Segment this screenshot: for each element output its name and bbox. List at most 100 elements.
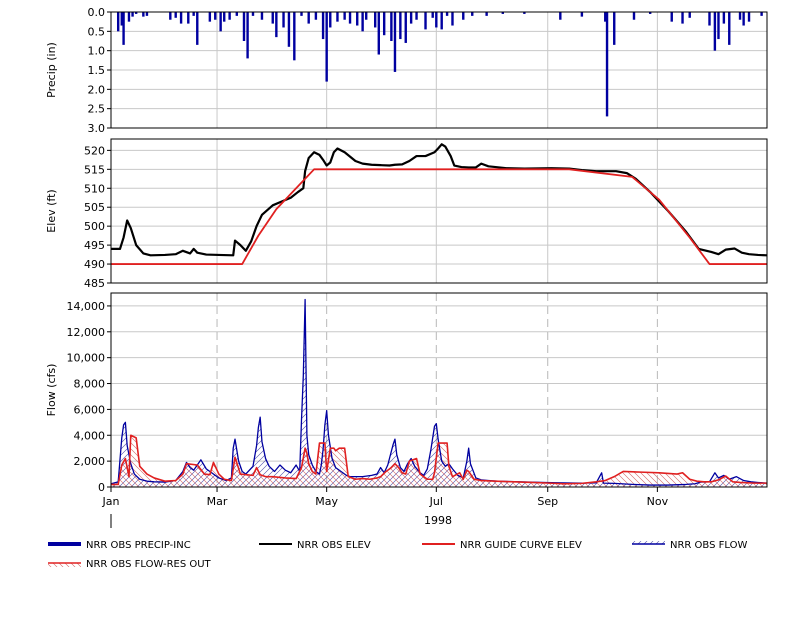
legend-label-resout: NRR OBS FLOW-RES OUT [86, 559, 212, 570]
precip-bar [293, 12, 296, 61]
precip-bar [169, 12, 172, 20]
flow-tick-label-y: 6,000 [74, 403, 106, 416]
legend-label-elev: NRR OBS ELEV [297, 540, 371, 551]
precip-bar [373, 12, 377, 28]
precip-bar [688, 12, 691, 18]
precip-bar [260, 12, 264, 20]
precip-bar [613, 12, 616, 45]
precip-bar [462, 12, 465, 20]
precip-bar [122, 12, 125, 45]
precip-tick-label-y: 0.5 [88, 25, 106, 38]
precip-tick-label-y: 2.0 [88, 83, 106, 96]
precip-bar [271, 12, 274, 24]
precip-bar [179, 12, 183, 24]
legend-label-flow: NRR OBS FLOW [670, 540, 747, 551]
precip-bar [336, 12, 339, 22]
flow-tick-label-y: 12,000 [67, 326, 106, 339]
precip-bar [196, 12, 199, 45]
precip-bar [329, 12, 332, 28]
precip-bar [708, 12, 711, 26]
legend-item-flow: NRR OBS FLOW [632, 540, 747, 551]
precip-bar [404, 12, 407, 43]
precip-bar [399, 12, 402, 40]
precip-panel: 0.0 0.5 1.0 1.5 2.0 2.5 3.0 Precip (in) [45, 6, 768, 135]
precip-bar [632, 12, 636, 20]
precip-bar [142, 12, 145, 17]
precip-bar [382, 12, 386, 36]
chart-panels: 0.0 0.5 1.0 1.5 2.0 2.5 3.0 Precip (in) 485 490 49… [45, 6, 768, 494]
elev-panel: 485 490 495 500 505 510 515 520 Elev (ft) [45, 138, 768, 290]
precip-bar [424, 12, 427, 30]
precip-bar [356, 12, 359, 26]
elev-tick-label-y: 520 [84, 144, 105, 157]
legend-item-resout: NRR OBS FLOW-RES OUT [48, 559, 212, 570]
precip-bar [415, 12, 418, 20]
precip-bar [717, 12, 720, 40]
flow-tick-label-y: 8,000 [74, 378, 106, 391]
precip-bar [127, 12, 131, 22]
precip-bar [287, 12, 291, 47]
elev-tick-label-y: 495 [84, 239, 105, 252]
elev-tick-label-y: 490 [84, 258, 105, 271]
precip-bar [670, 12, 673, 22]
flow-panel: 0 2,000 4,000 6,000 8,000 10,000 12,000 14,000 F… [45, 292, 768, 494]
chart: 0.0 0.5 1.0 1.5 2.0 2.5 3.0 Precip (in) 485 490 49… [45, 6, 768, 570]
precip-bar [377, 12, 380, 55]
precip-bar [409, 12, 413, 24]
precip-bar [116, 12, 120, 32]
elev-tick-label-y: 500 [84, 220, 105, 233]
x-axis: Jan Mar May Jul Sep Nov 1998 [102, 487, 669, 528]
precip-bar [742, 12, 745, 26]
x-tick-label: Nov [647, 495, 669, 508]
precip-bar [325, 12, 328, 82]
precip-bar [192, 12, 195, 16]
precip-bar [393, 12, 397, 72]
precip-bar [187, 12, 190, 24]
legend-item-guide: NRR GUIDE CURVE ELEV [422, 540, 582, 551]
precip-bar [343, 12, 346, 20]
year-label: 1998 [424, 514, 452, 527]
precip-bar [214, 12, 217, 20]
precip-bar [131, 12, 134, 17]
precip-bar [361, 12, 364, 32]
precip-bar [485, 12, 488, 16]
precip-bar [145, 12, 149, 16]
elev-tick-label-y: 510 [84, 182, 105, 195]
precip-bar [747, 12, 751, 22]
precip-bar [681, 12, 684, 24]
precip-bar [282, 12, 285, 28]
precip-bar [713, 12, 717, 51]
precip-bar [435, 12, 438, 28]
precip-bar [251, 12, 255, 16]
precip-bar [235, 12, 239, 16]
precip-bar [208, 12, 212, 22]
precip-bar [300, 12, 303, 16]
precip-bar [580, 12, 584, 17]
precip-bar [760, 12, 763, 16]
flow-tick-label-y: 2,000 [74, 455, 106, 468]
flow-tick-label-y: 14,000 [67, 300, 106, 313]
precip-bar [307, 12, 310, 24]
precip-y-axis-label: Precip (in) [45, 42, 58, 98]
precip-bar [365, 12, 368, 20]
precip-bar [223, 12, 226, 22]
precip-bar [246, 12, 249, 59]
precip-bar [219, 12, 222, 32]
precip-bar [242, 12, 246, 41]
x-tick-label: May [315, 495, 338, 508]
precip-bar [440, 12, 443, 30]
x-tick-label: Sep [537, 495, 558, 508]
legend-item-precip: NRR OBS PRECIP-INC [48, 540, 191, 551]
elev-y-axis-label: Elev (ft) [45, 189, 58, 232]
precip-bar [559, 12, 562, 20]
elev-tick-label-y: 515 [84, 163, 105, 176]
precip-tick-label-y: 1.0 [88, 45, 106, 58]
precip-bar [605, 12, 609, 117]
precip-bar [275, 12, 278, 38]
elev-tick-label-y: 505 [84, 201, 105, 214]
precip-bar [738, 12, 742, 20]
precip-tick-label-y: 1.5 [88, 64, 106, 77]
precip-bar [471, 12, 474, 16]
precip-bar [390, 12, 393, 41]
precip-bar [445, 12, 449, 16]
